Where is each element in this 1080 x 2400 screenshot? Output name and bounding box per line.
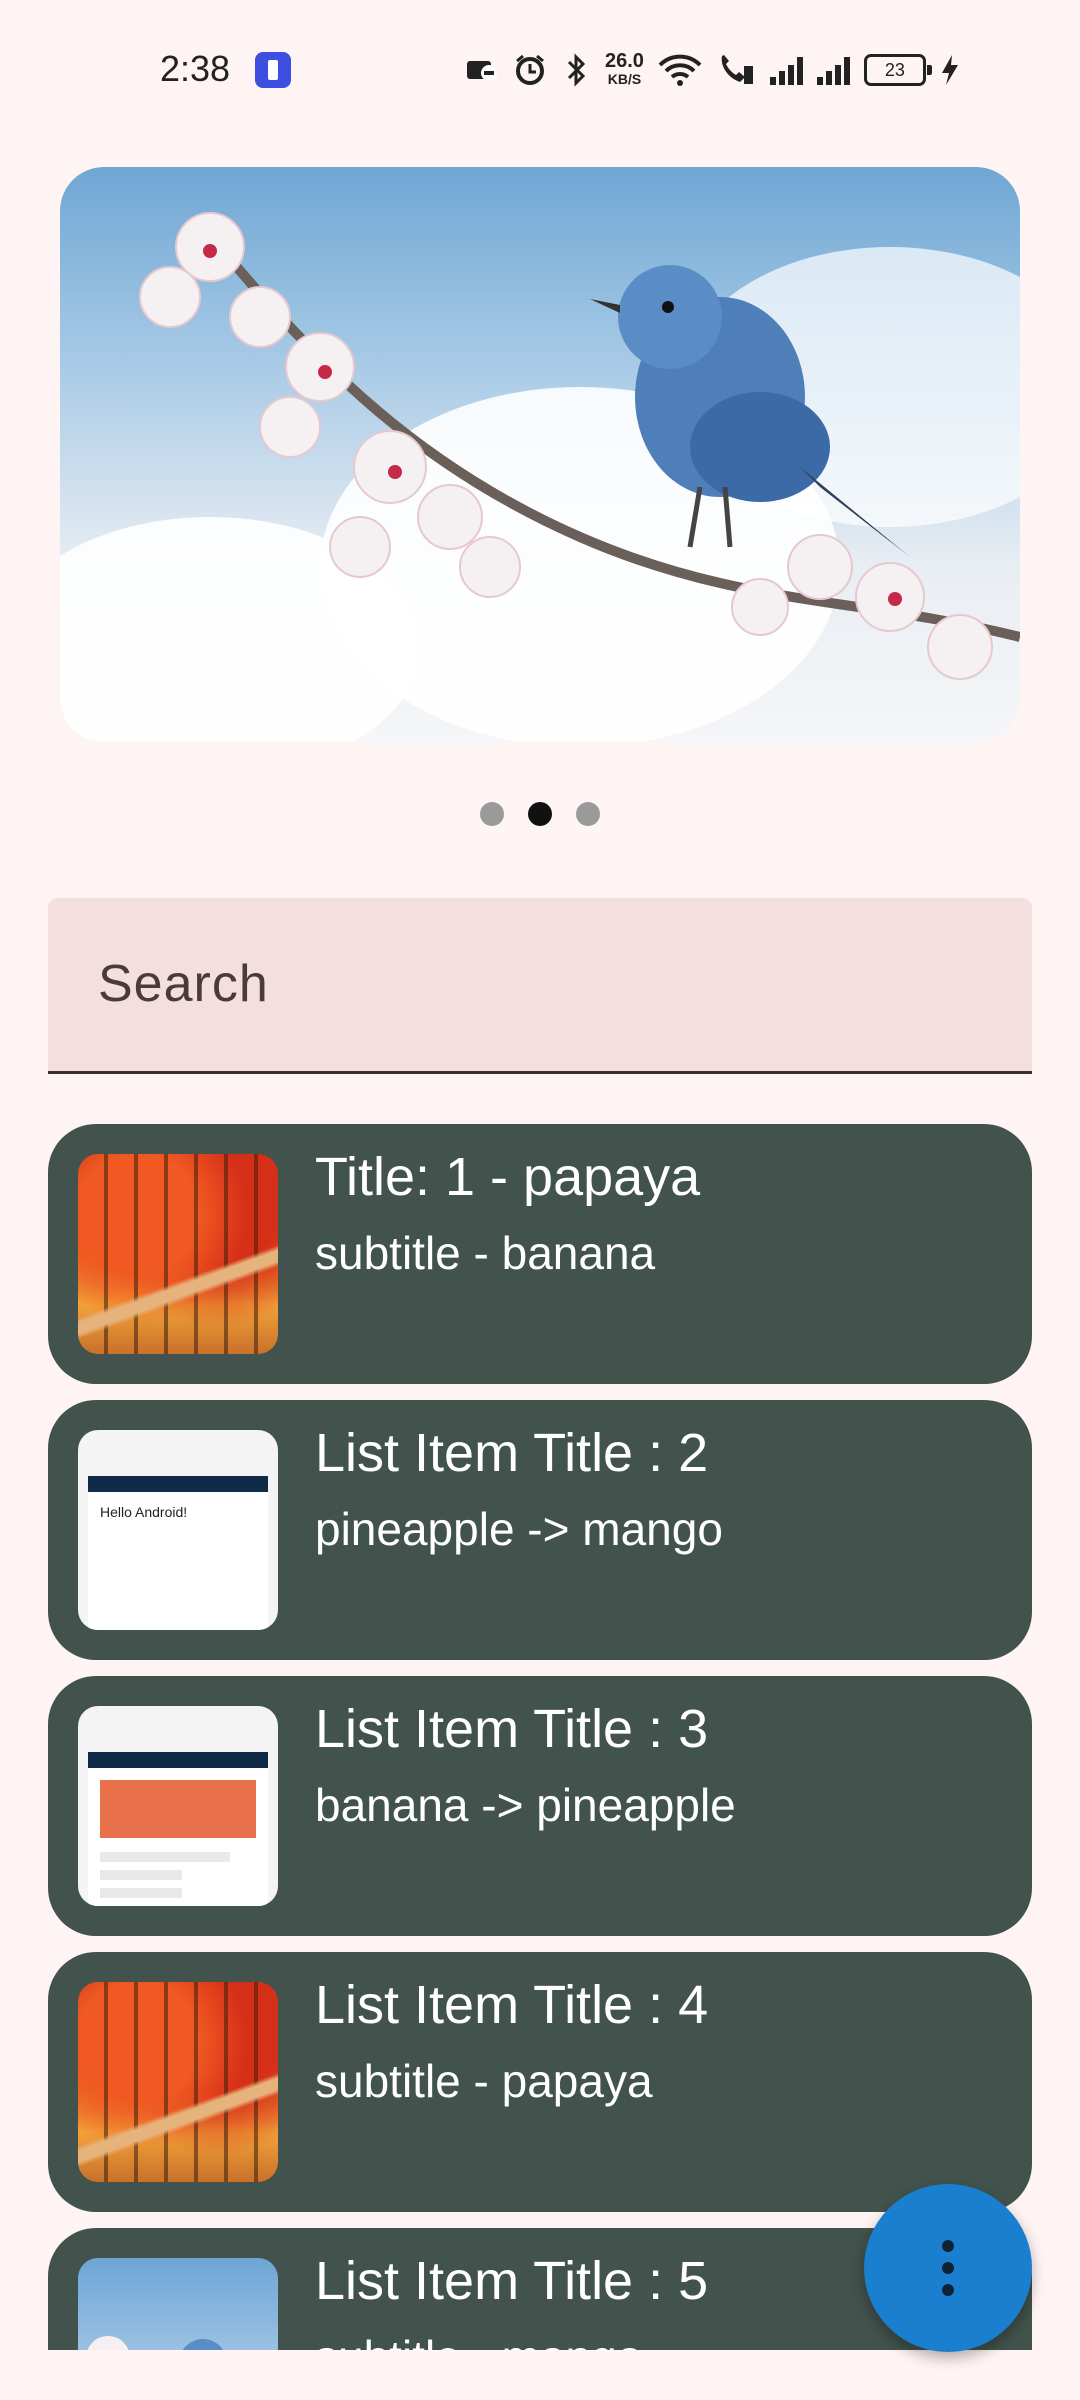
item-list[interactable]: Title: 1 - papaya subtitle - banana Hell…: [48, 1124, 1032, 2350]
thumbnail-text: Hello Android!: [100, 1504, 188, 1520]
list-item-thumbnail: [78, 1982, 278, 2182]
carousel-dot-2-active[interactable]: [528, 802, 552, 826]
charging-icon: [941, 55, 958, 85]
carousel-dot-1[interactable]: [480, 802, 504, 826]
list-item-thumbnail: [78, 1706, 278, 1906]
list-item-subtitle: pineapple -> mango: [315, 1503, 723, 1555]
wifi-icon: [658, 54, 702, 86]
flashlight-icon: [255, 52, 291, 88]
more-vert-icon: [942, 2240, 954, 2296]
list-item-thumbnail: Hello Android!: [78, 1430, 278, 1630]
list-item-thumbnail: [78, 2258, 278, 2350]
signal-icon-sim1: [769, 55, 803, 85]
battery-icon: 23: [863, 54, 932, 86]
bluetooth-icon: [567, 53, 586, 87]
status-icons: 26.0 KB/S 23: [465, 50, 960, 90]
list-item-title: List Item Title : 2: [315, 1423, 709, 1483]
list-item-title: Title: 1 - papaya: [315, 1147, 701, 1207]
network-speed-value: 26.0: [605, 50, 644, 72]
more-options-fab[interactable]: [864, 2184, 1032, 2352]
list-item[interactable]: Title: 1 - papaya subtitle - banana: [48, 1124, 1032, 1384]
list-item-title: List Item Title : 3: [315, 1699, 709, 1759]
status-time: 2:38: [160, 48, 231, 89]
list-item-subtitle: subtitle - papaya: [315, 2055, 653, 2107]
carousel-dot-3[interactable]: [576, 802, 600, 826]
list-item-thumbnail: [78, 1154, 278, 1354]
list-item-title: List Item Title : 4: [315, 1975, 709, 2035]
carousel-indicator: [0, 802, 1080, 826]
screen-record-icon: [467, 61, 497, 81]
network-speed: 26.0 KB/S: [605, 50, 644, 88]
network-speed-unit: KB/S: [607, 71, 642, 87]
list-item[interactable]: Hello Android! List Item Title : 2 pinea…: [48, 1400, 1032, 1660]
list-item[interactable]: List Item Title : 4 subtitle - papaya: [48, 1952, 1032, 2212]
list-item-subtitle: subtitle - banana: [315, 1227, 656, 1279]
list-item[interactable]: List Item Title : 3 banana -> pineapple: [48, 1676, 1032, 1936]
list-item-title: List Item Title : 5: [315, 2251, 709, 2311]
alarm-icon: [516, 54, 544, 85]
signal-icon-sim2: [816, 55, 850, 85]
volte-call-icon: [721, 55, 753, 84]
carousel-image: [60, 167, 1020, 742]
list-item-subtitle: subtitle - mango: [315, 2330, 642, 2350]
status-bar: 2:38 26.0 KB/S 23: [0, 0, 1080, 140]
search-field[interactable]: Search: [48, 898, 1032, 1074]
list-item-subtitle: banana -> pineapple: [315, 1779, 736, 1831]
image-carousel[interactable]: [60, 167, 1020, 742]
search-placeholder: Search: [98, 955, 269, 1013]
